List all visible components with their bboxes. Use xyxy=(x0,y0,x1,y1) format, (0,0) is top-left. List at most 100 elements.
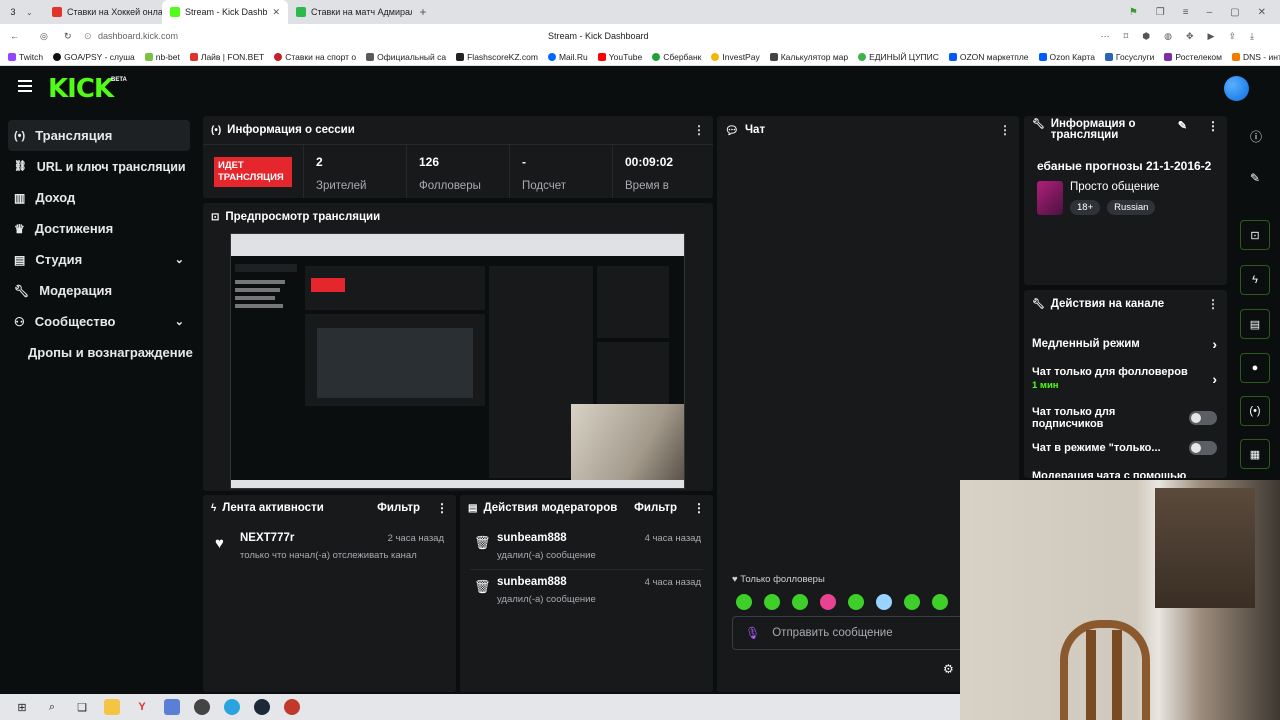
sidebar-item-community[interactable]: ⚇ Сообщество ⌄ xyxy=(0,306,200,337)
bookmark-item[interactable]: OZON маркетпле xyxy=(948,52,1029,62)
site-info-icon[interactable]: ⊙ xyxy=(84,31,98,42)
chat-settings-gear-icon[interactable]: ⚙ xyxy=(943,662,954,676)
emote-icon[interactable] xyxy=(820,594,836,610)
kebab-menu-icon[interactable]: ⋮ xyxy=(999,123,1011,137)
activity-username[interactable]: NEXT777r xyxy=(240,532,294,544)
edit-pencil-icon[interactable]: ✎ xyxy=(1250,171,1260,185)
chevron-down-icon[interactable]: ⌄ xyxy=(175,253,184,266)
document-icon[interactable]: ▤ xyxy=(1240,309,1270,339)
close-window-icon[interactable]: ✕ xyxy=(1258,7,1266,18)
bookmark-item[interactable]: Калькулятор мар xyxy=(769,52,848,62)
tag-badge[interactable]: 18+ xyxy=(1070,200,1101,215)
kebab-menu-icon[interactable]: ⋮ xyxy=(1207,297,1219,311)
lightning-icon[interactable]: ϟ xyxy=(1240,265,1270,295)
bookmark-item[interactable]: YouTube xyxy=(597,52,642,62)
yandex-ai-icon[interactable]: ◎ xyxy=(40,31,56,42)
mod-filter-button[interactable]: Фильтр xyxy=(634,502,677,514)
sidebar-item-achievements[interactable]: ♛ Достижения xyxy=(0,213,200,244)
file-explorer-icon[interactable] xyxy=(104,699,120,715)
url-field[interactable]: dashboard.kick.com xyxy=(98,31,178,41)
search-icon[interactable]: ⌕ xyxy=(44,699,60,715)
tab-hockey-bets[interactable]: Ставки на Хоккей онлайн xyxy=(44,0,162,24)
bookmark-item[interactable]: Mail.Ru xyxy=(547,52,588,62)
bookmark-item[interactable]: nb-bet xyxy=(144,52,180,62)
task-view-icon[interactable]: ❏ xyxy=(74,699,90,715)
bookmark-icon[interactable]: ⌑ xyxy=(1124,31,1129,42)
broadcast-icon[interactable]: (•) xyxy=(1240,396,1270,426)
bookmark-item[interactable]: Twitch xyxy=(8,52,43,62)
sidebar-item-moderation[interactable]: 🔧︎ Модерация xyxy=(0,275,200,306)
layout-icon[interactable]: ▦ xyxy=(1240,439,1270,469)
info-icon[interactable]: ⓘ xyxy=(1250,128,1262,145)
bookmark-item[interactable]: Ростелеком xyxy=(1164,52,1222,62)
kebab-menu-icon[interactable]: ⋮ xyxy=(693,123,705,137)
category-name[interactable]: Просто общение xyxy=(1070,181,1159,193)
sidebar-item-url-key[interactable]: ⛓ URL и ключ трансляции xyxy=(0,151,200,182)
tab-kick-dashboard[interactable]: Stream - Kick Dashboard ✕ xyxy=(162,0,288,24)
emote-icon[interactable] xyxy=(932,594,948,610)
bookmark-item[interactable]: DNS - интер xyxy=(1232,52,1280,62)
activity-filter-button[interactable]: Фильтр xyxy=(377,502,420,514)
reload-icon[interactable]: ↻ xyxy=(64,31,80,42)
sidebar-item-drops[interactable]: Дропы и вознаграждение xyxy=(0,337,200,368)
chat-message-input[interactable]: 🎙︎ Отправить сообщение xyxy=(732,616,972,650)
bookmark-item[interactable]: GOA/PSY - слуша xyxy=(53,52,135,62)
calculator-icon[interactable] xyxy=(164,699,180,715)
close-tab-icon[interactable]: ✕ xyxy=(272,7,280,18)
yandex-browser-icon[interactable]: Y xyxy=(134,699,150,715)
chat-moderation-row[interactable]: Модерация чата с помощью xyxy=(1032,470,1186,478)
app-icon[interactable] xyxy=(284,699,300,715)
minimize-icon[interactable]: – xyxy=(1207,7,1213,18)
emote-icon[interactable] xyxy=(876,594,892,610)
hamburger-menu-icon[interactable] xyxy=(18,80,32,92)
bookmark-item[interactable]: Ставки на спорт о xyxy=(274,52,356,62)
new-tab-plus-icon[interactable]: + xyxy=(416,5,430,19)
bookmark-item[interactable]: Сбербанк xyxy=(652,52,701,62)
tab-count[interactable]: 3 xyxy=(0,7,26,17)
back-icon[interactable]: ← xyxy=(10,31,26,41)
play-icon[interactable]: ▶ xyxy=(1208,31,1215,42)
extension-icon[interactable]: ⬢ xyxy=(1142,31,1150,42)
telegram-icon[interactable] xyxy=(224,699,240,715)
sidebar-item-studio[interactable]: ▤ Студия ⌄ xyxy=(0,244,200,275)
windows-start-icon[interactable]: ⊞ xyxy=(14,699,30,715)
kebab-menu-icon[interactable]: ⋮ xyxy=(1207,119,1219,133)
maximize-icon[interactable]: ▢ xyxy=(1230,7,1239,18)
stream-preview-video[interactable] xyxy=(230,233,685,489)
tabs-icon[interactable]: ❐ xyxy=(1156,7,1165,18)
kick-logo[interactable]: KICK xyxy=(48,74,114,104)
mod-username[interactable]: sunbeam888 xyxy=(497,532,567,544)
microphone-icon[interactable]: 🎙︎ xyxy=(745,626,760,640)
emote-icon[interactable] xyxy=(792,594,808,610)
emote-icon[interactable] xyxy=(904,594,920,610)
bookmark-flag-icon[interactable]: ⚑ xyxy=(1129,7,1138,18)
chat-bubble-icon[interactable]: ● xyxy=(1240,353,1270,383)
bookmark-item[interactable]: Официальный са xyxy=(366,52,446,62)
slow-mode-row[interactable]: Медленный режим › xyxy=(1032,336,1217,352)
puzzle-icon[interactable]: ✥ xyxy=(1186,31,1194,42)
tag-badge[interactable]: Russian xyxy=(1107,200,1156,215)
mod-username[interactable]: sunbeam888 xyxy=(497,576,567,588)
avatar[interactable] xyxy=(1224,76,1249,101)
chevron-right-icon[interactable]: › xyxy=(1212,336,1217,352)
emote-icon[interactable] xyxy=(736,594,752,610)
bookmark-item[interactable]: Ozon Карта xyxy=(1038,52,1095,62)
obs-icon[interactable] xyxy=(194,699,210,715)
menu-icon[interactable]: ≡ xyxy=(1183,7,1189,18)
category-thumbnail[interactable] xyxy=(1037,181,1063,215)
bookmark-item[interactable]: Лайв | FON.BET xyxy=(189,52,264,62)
edit-pencil-icon[interactable]: ✎ xyxy=(1178,119,1187,132)
emote-mode-toggle[interactable] xyxy=(1189,441,1217,455)
download-icon[interactable]: ⤓ xyxy=(1250,31,1254,42)
bookmark-item[interactable]: InvestPay xyxy=(711,52,760,62)
bookmark-item[interactable]: Госуслуги xyxy=(1104,52,1154,62)
tab-list-chevron-icon[interactable]: ⌄ xyxy=(26,8,44,17)
share-icon[interactable]: ⇪ xyxy=(1228,31,1236,42)
globe-icon[interactable]: ◍ xyxy=(1164,31,1172,42)
emote-icon[interactable] xyxy=(848,594,864,610)
emote-icon[interactable] xyxy=(764,594,780,610)
more-icon[interactable]: ⋯ xyxy=(1101,31,1110,42)
screen-capture-icon[interactable]: ⊡ xyxy=(1240,220,1270,250)
bookmark-item[interactable]: ЕДИНЫЙ ЦУПИС xyxy=(858,52,939,62)
kebab-menu-icon[interactable]: ⋮ xyxy=(436,501,448,515)
